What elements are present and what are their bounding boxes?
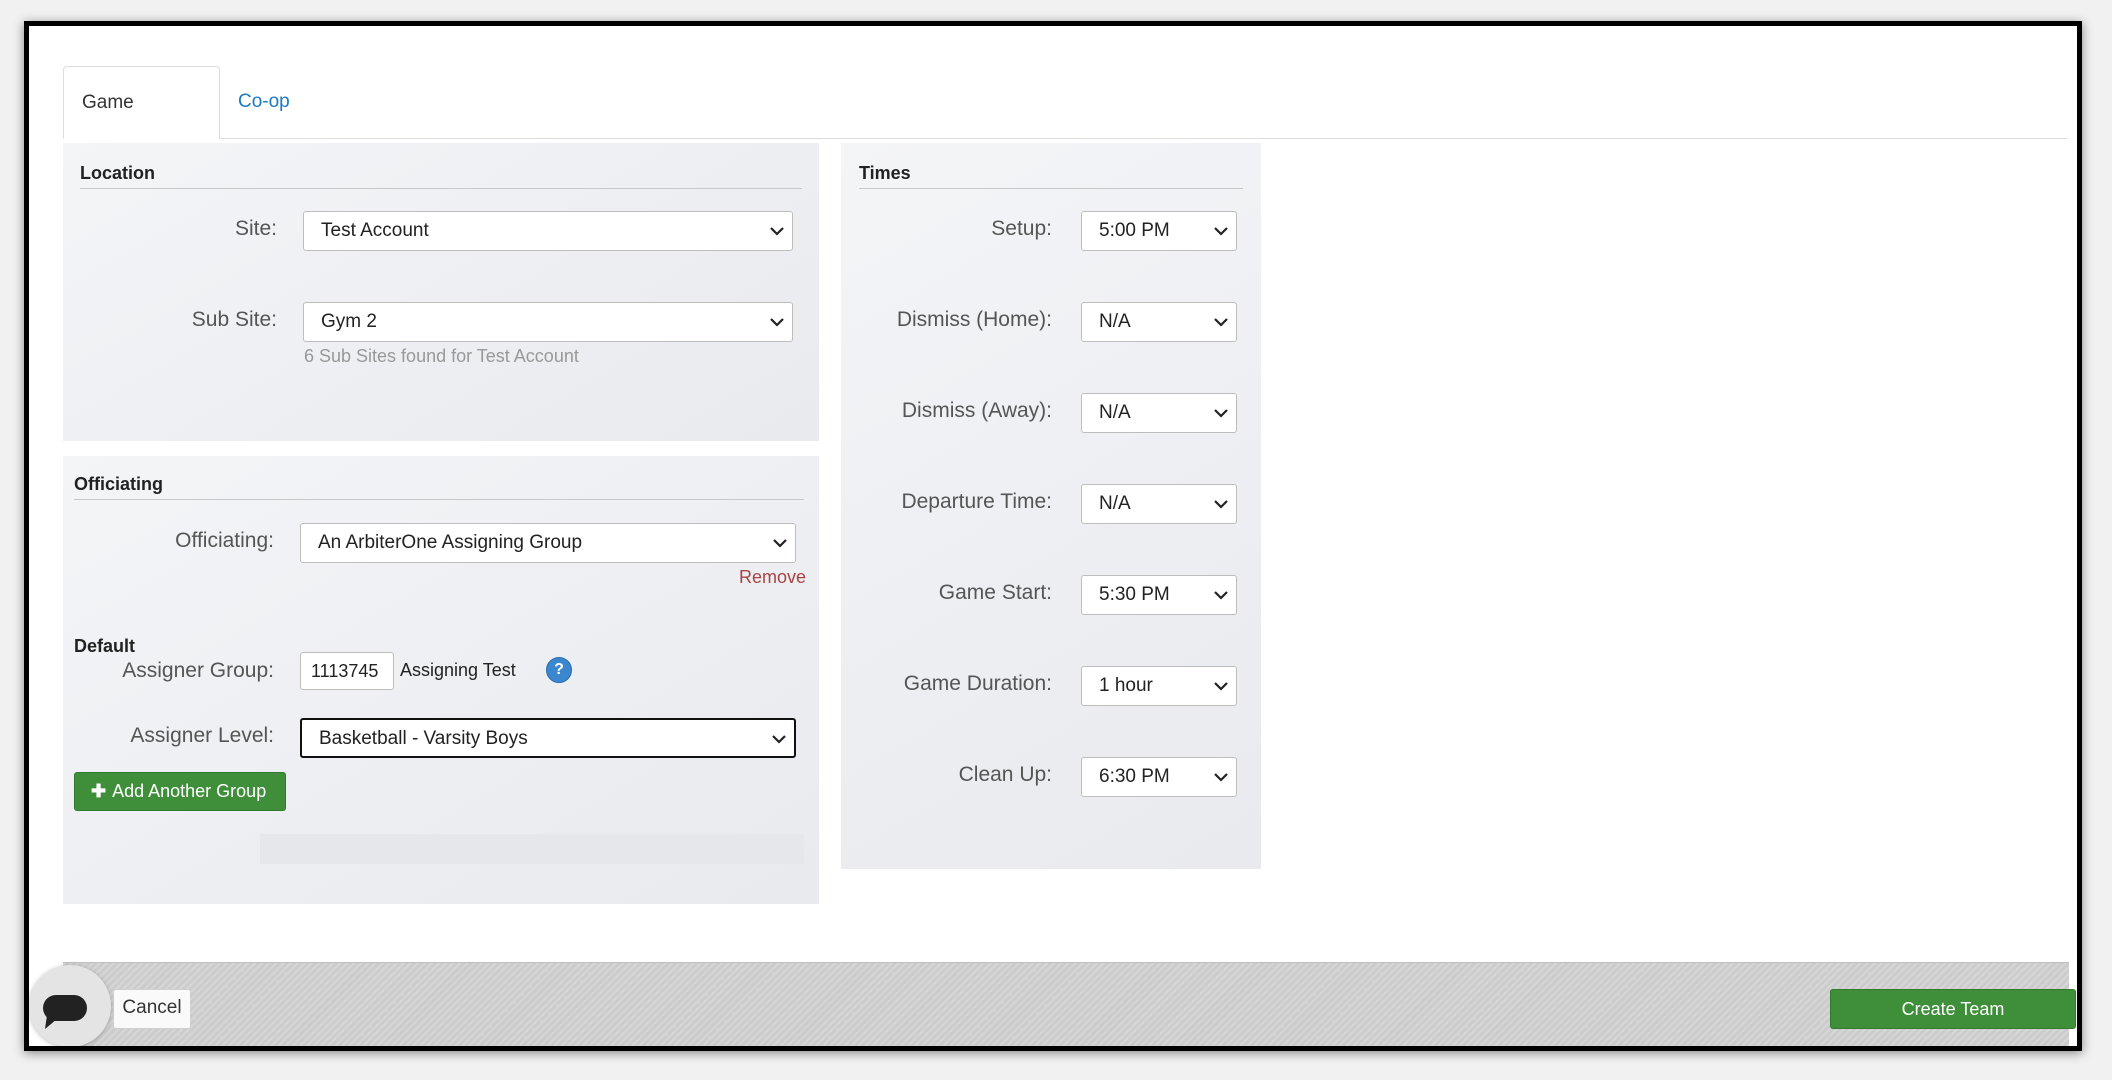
times-panel: Times Setup: 5:00 PM Dismiss (Home): N/A Dis… [841,143,1261,869]
assigner-level-label: Assigner Level: [130,724,274,747]
assigner-group-name: Assigning Test [400,660,516,680]
chat-widget[interactable] [29,965,111,1046]
dialog-window: Game Defaults Co-op Location Site: Test … [24,21,2082,1051]
dialog-footer: Cancel Create Team [63,962,2076,1046]
assigner-group-input[interactable]: 1113745 [300,652,394,690]
chevron-down-icon [1214,303,1228,327]
officiating-value: An ArbiterOne Assigning Group [318,532,583,553]
officiating-select[interactable]: An ArbiterOne Assigning Group [300,523,796,563]
tab-game-defaults[interactable]: Game Defaults [63,66,220,185]
site-label: Site: [234,217,277,240]
subsite-value: Gym 2 [321,311,377,332]
officiating-title: Officiating [74,474,804,500]
add-group-label: Add Another Group [112,781,267,801]
create-team-button[interactable]: Create Team [1830,989,2076,1029]
chevron-down-icon [1214,576,1228,600]
time-row-label: Departure Time: [901,490,1052,513]
time-select[interactable]: 5:30 PM [1081,575,1237,615]
time-value: 5:00 PM [1099,220,1170,241]
chevron-down-icon [772,720,786,744]
chevron-down-icon [1214,212,1228,236]
subsite-select[interactable]: Gym 2 [303,302,793,342]
chevron-down-icon [770,303,784,327]
time-row-label: Dismiss (Home): [896,308,1052,331]
time-row-label: Clean Up: [958,763,1052,786]
time-value: N/A [1099,493,1131,514]
chevron-down-icon [1214,485,1228,509]
site-select[interactable]: Test Account [303,211,793,251]
time-row-label: Game Duration: [903,672,1052,695]
time-select[interactable]: 1 hour [1081,666,1237,706]
time-row-label: Dismiss (Away): [901,399,1052,422]
time-select[interactable]: N/A [1081,302,1237,342]
time-value: N/A [1099,311,1131,332]
time-select[interactable]: 6:30 PM [1081,757,1237,797]
time-value: 1 hour [1099,675,1153,696]
officiating-panel: Officiating Officiating: An ArbiterOne A… [63,456,819,904]
time-value: 6:30 PM [1099,766,1170,787]
subsite-hint: 6 Sub Sites found for Test Account [304,346,579,366]
site-value: Test Account [321,220,429,241]
tab-bar: Game Defaults Co-op [63,66,2067,185]
cancel-button[interactable]: Cancel [113,989,191,1029]
time-value: 5:30 PM [1099,584,1170,605]
times-title: Times [859,163,1243,189]
help-icon[interactable]: ? [546,657,572,683]
location-title: Location [80,163,802,189]
plus-icon: ✚ [91,781,107,801]
time-row-label: Game Start: [938,581,1052,604]
remove-link[interactable]: Remove [739,567,806,588]
chevron-down-icon [770,212,784,236]
time-value: N/A [1099,402,1131,423]
time-row-label: Setup: [991,217,1052,240]
default-title: Default [74,636,136,656]
add-another-group-button[interactable]: ✚ Add Another Group [74,772,286,811]
chevron-down-icon [773,524,787,548]
location-panel: Location Site: Test Account Sub Site: Gy… [63,143,819,441]
time-select[interactable]: 5:00 PM [1081,211,1237,251]
assigner-group-label: Assigner Group: [122,659,274,682]
assigner-level-value: Basketball - Varsity Boys [319,728,528,749]
chevron-down-icon [1214,758,1228,782]
assigner-level-select[interactable]: Basketball - Varsity Boys [300,718,796,758]
tab-co-op[interactable]: Co-op [220,66,308,138]
chat-icon [43,995,87,1029]
officiating-label: Officiating: [175,529,274,552]
subsite-label: Sub Site: [191,308,277,331]
chevron-down-icon [1214,667,1228,691]
empty-bar [260,834,804,864]
chevron-down-icon [1214,394,1228,418]
time-select[interactable]: N/A [1081,393,1237,433]
time-select[interactable]: N/A [1081,484,1237,524]
